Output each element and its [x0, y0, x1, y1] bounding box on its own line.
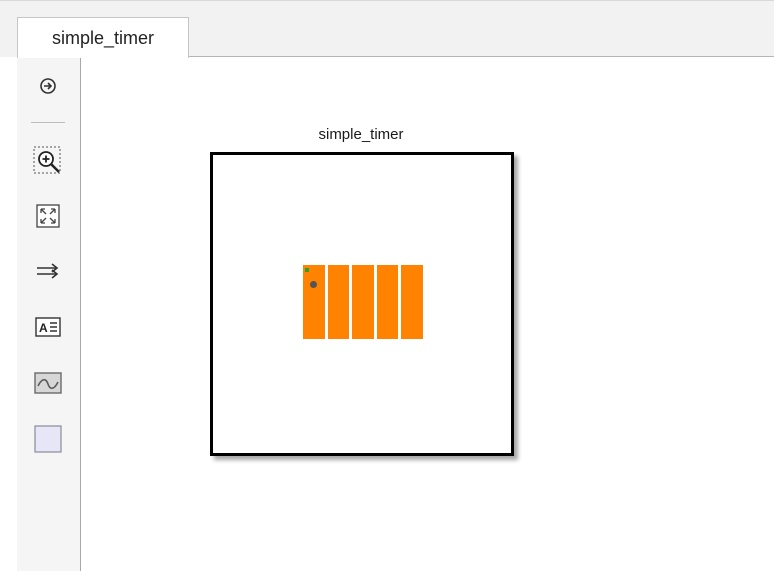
preview-block — [327, 265, 350, 339]
zoom-in-button[interactable] — [33, 146, 63, 181]
toolbar-separator — [31, 122, 65, 123]
tab-simple-timer[interactable]: simple_timer — [17, 17, 189, 58]
annotation-icon: A — [35, 316, 61, 342]
zoom-in-icon — [33, 146, 63, 181]
image-button[interactable] — [33, 370, 63, 400]
fit-to-view-button[interactable] — [33, 203, 63, 233]
area-button[interactable] — [33, 424, 63, 458]
preview-block — [352, 265, 374, 339]
svg-text:A: A — [39, 321, 48, 335]
hide-show-browser-button[interactable] — [33, 73, 63, 103]
tab-label: simple_timer — [51, 27, 155, 48]
signal-routing-icon — [35, 260, 61, 287]
port-marker-icon — [305, 268, 309, 272]
subsystem-content-preview — [303, 265, 423, 339]
subsystem-label: simple_timer — [318, 126, 404, 143]
preview-block — [303, 265, 325, 339]
signal-dot-icon — [310, 281, 317, 288]
hide-show-browser-icon — [39, 77, 57, 100]
signal-routing-button[interactable] — [33, 258, 63, 288]
fit-to-view-icon — [35, 203, 61, 234]
simulink-editor: simple_timer A simple_timer — [0, 0, 774, 571]
image-icon — [34, 371, 62, 399]
left-toolbar: A — [17, 57, 81, 571]
area-icon — [34, 424, 62, 458]
preview-block — [376, 265, 399, 339]
annotation-button[interactable]: A — [33, 314, 63, 344]
tab-bar: simple_timer — [0, 0, 774, 58]
preview-block — [401, 265, 423, 339]
